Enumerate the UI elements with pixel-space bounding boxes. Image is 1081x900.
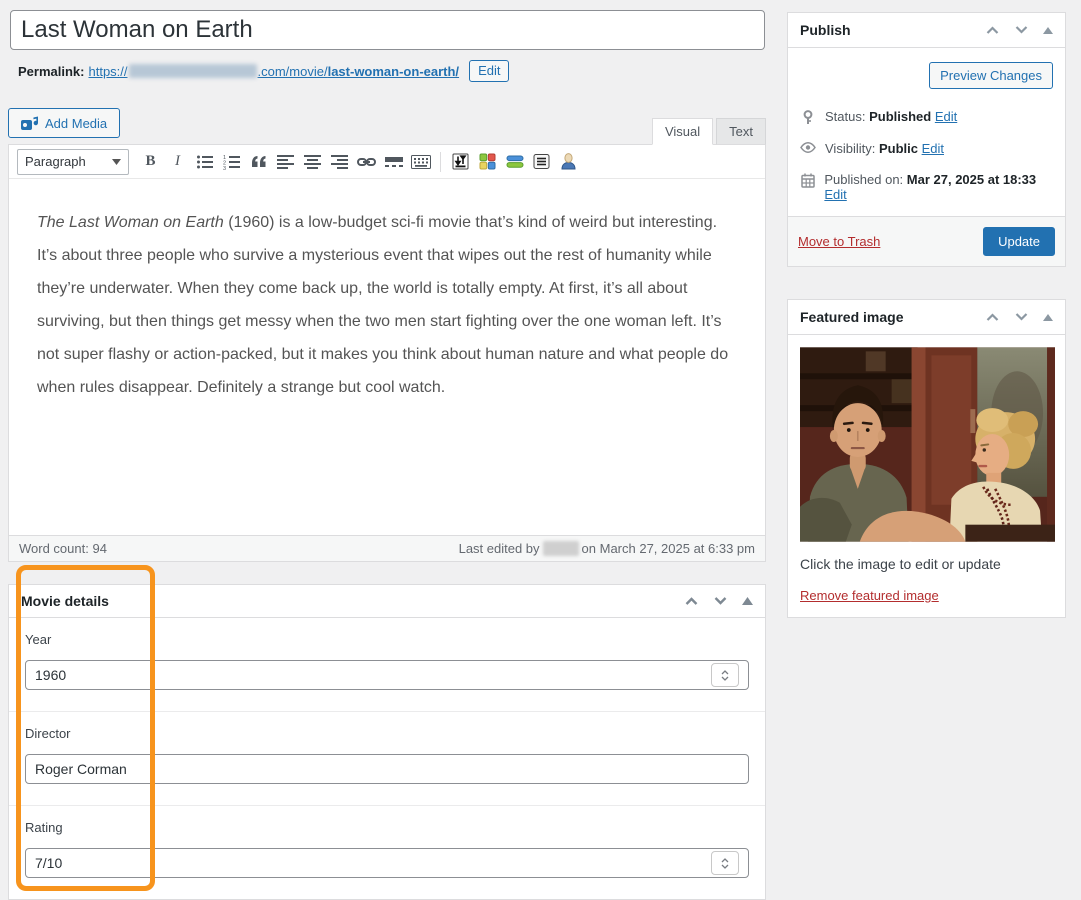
year-field-group: Year: [9, 618, 765, 711]
tab-text[interactable]: Text: [716, 118, 766, 145]
numbered-list-icon[interactable]: 123: [218, 149, 245, 174]
featured-image-caption: Click the image to edit or update: [800, 556, 1001, 572]
editor-toolbar: Paragraph B I 123: [9, 145, 765, 179]
featured-image-title: Featured image: [800, 309, 904, 325]
featured-image-thumbnail[interactable]: [800, 347, 1055, 542]
move-down-icon[interactable]: [713, 596, 728, 606]
movie-details-metabox: Movie details Year Director: [8, 584, 766, 900]
movie-title-italic: The Last Woman on Earth: [37, 214, 224, 231]
move-up-icon[interactable]: [985, 312, 1000, 322]
sidebar: Publish Preview Changes Status: Publishe…: [787, 12, 1066, 618]
editor-top-bar: Add Media Visual Text: [8, 108, 766, 145]
visibility-row: Visibility: Public Edit: [798, 133, 1055, 164]
post-paragraph: The Last Woman on Earth (1960) is a low-…: [37, 206, 735, 404]
post-editor-column: Permalink: https://.com/movie/last-woman…: [8, 10, 766, 900]
blockquote-icon[interactable]: [245, 149, 272, 174]
permalink-edit-button[interactable]: Edit: [469, 60, 510, 82]
published-on-row: Published on: Mar 27, 2025 at 18:33 Edit: [798, 164, 1055, 210]
read-more-icon[interactable]: [380, 149, 407, 174]
move-to-trash-link[interactable]: Move to Trash: [798, 234, 880, 249]
page-break-icon[interactable]: [447, 149, 474, 174]
notes-icon[interactable]: [528, 149, 555, 174]
last-edited: Last edited by on March 27, 2025 at 6:33…: [458, 541, 755, 556]
metabox-controls: [684, 596, 753, 606]
calendar-icon: [800, 173, 815, 188]
featured-image-body: Click the image to edit or update Remove…: [788, 335, 1065, 617]
permalink-label: Permalink:: [18, 63, 85, 79]
director-input[interactable]: [25, 754, 749, 784]
featured-image-panel: Featured image Click the image to edit o…: [787, 299, 1066, 618]
rating-label: Rating: [25, 820, 63, 835]
publish-title: Publish: [800, 22, 851, 38]
year-stepper[interactable]: [711, 663, 739, 687]
toggle-panel-icon[interactable]: [742, 597, 753, 605]
rating-input[interactable]: [25, 848, 749, 878]
remove-featured-image-link[interactable]: Remove featured image: [800, 588, 939, 603]
publish-panel-body: Preview Changes Status: Published Edit V…: [788, 48, 1065, 216]
publish-panel-footer: Move to Trash Update: [788, 216, 1065, 266]
tab-visual[interactable]: Visual: [651, 118, 714, 145]
published-on-text: Published on: Mar 27, 2025 at 18:33 Edit: [824, 172, 1037, 202]
bulleted-list-icon[interactable]: [191, 149, 218, 174]
word-count: Word count: 94: [19, 541, 107, 556]
editor-mode-tabs: Visual Text: [651, 118, 766, 145]
toggle-panel-icon[interactable]: [1043, 313, 1053, 321]
status-edit-link[interactable]: Edit: [935, 109, 957, 124]
year-label: Year: [25, 632, 52, 647]
editor-status-bar: Word count: 94 Last edited by on March 2…: [9, 535, 765, 561]
rating-field-group: Rating: [9, 805, 765, 899]
movie-details-header[interactable]: Movie details: [9, 585, 765, 618]
paragraph-format-dropdown[interactable]: Paragraph: [17, 148, 129, 175]
toggle-panel-icon[interactable]: [1043, 26, 1053, 34]
year-input[interactable]: [25, 660, 749, 690]
svg-text:3: 3: [223, 166, 226, 170]
toolbar-separator: [440, 151, 441, 172]
keyboard-icon[interactable]: [407, 149, 434, 174]
move-up-icon[interactable]: [985, 25, 1000, 35]
paragraph-text: (1960) is a low-budget sci-fi movie that…: [37, 214, 729, 396]
post-title-input[interactable]: [10, 10, 765, 50]
rating-stepper[interactable]: [711, 851, 739, 875]
layout-grid-icon[interactable]: [474, 149, 501, 174]
redacted-username: [542, 541, 579, 556]
chevron-down-icon: [112, 158, 121, 165]
published-on-edit-link[interactable]: Edit: [824, 187, 846, 202]
publish-panel-header[interactable]: Publish: [788, 13, 1065, 48]
user-profile-icon[interactable]: [555, 149, 582, 174]
redacted-domain: [128, 64, 257, 78]
align-left-icon[interactable]: [272, 149, 299, 174]
director-label: Director: [25, 726, 71, 741]
preview-changes-button[interactable]: Preview Changes: [929, 62, 1053, 89]
move-down-icon[interactable]: [1014, 25, 1029, 35]
metabox-title: Movie details: [21, 593, 109, 609]
update-button[interactable]: Update: [983, 227, 1055, 256]
publish-panel-controls: [985, 25, 1053, 35]
align-right-icon[interactable]: [326, 149, 353, 174]
status-row: Status: Published Edit: [798, 101, 1055, 133]
status-text: Status: Published Edit: [825, 109, 958, 124]
visibility-text: Visibility: Public Edit: [825, 141, 945, 156]
publish-panel: Publish Preview Changes Status: Publishe…: [787, 12, 1066, 267]
permalink-link[interactable]: https://.com/movie/last-woman-on-earth/: [88, 64, 459, 79]
add-media-label: Add Media: [45, 115, 108, 131]
editor-content[interactable]: The Last Woman on Earth (1960) is a low-…: [9, 179, 765, 535]
move-down-icon[interactable]: [1014, 312, 1029, 322]
add-media-icon: [21, 116, 39, 131]
director-field-group: Director: [9, 711, 765, 805]
align-center-icon[interactable]: [299, 149, 326, 174]
add-media-button[interactable]: Add Media: [8, 108, 121, 138]
featured-image-controls: [985, 312, 1053, 322]
bold-icon[interactable]: B: [137, 149, 164, 174]
horizontal-bars-icon[interactable]: [501, 149, 528, 174]
italic-icon[interactable]: I: [164, 149, 191, 174]
editor-frame: Paragraph B I 123 The Last Woman on Eart…: [8, 144, 766, 562]
featured-image-header[interactable]: Featured image: [788, 300, 1065, 335]
format-dropdown-value: Paragraph: [25, 154, 86, 169]
move-up-icon[interactable]: [684, 596, 699, 606]
eye-icon: [800, 142, 816, 153]
link-icon[interactable]: [353, 149, 380, 174]
pin-icon: [800, 110, 816, 125]
permalink: Permalink: https://.com/movie/last-woman…: [10, 60, 766, 82]
visibility-edit-link[interactable]: Edit: [922, 141, 944, 156]
